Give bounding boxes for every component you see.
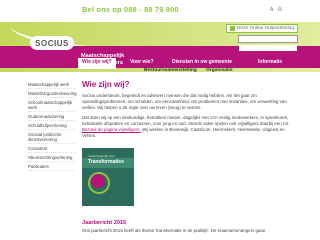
- page-title: Wie zijn wij?: [82, 80, 130, 89]
- subnav-item-bestuur[interactable]: Bestuurssamenstelling: [144, 68, 197, 73]
- text-size-small-button[interactable]: A: [270, 7, 273, 13]
- nav-item-informatie[interactable]: Informatie: [254, 58, 286, 69]
- logo-text: SOCIUS: [35, 38, 69, 48]
- sidebar-item-publicaties[interactable]: Publicaties: [28, 162, 76, 171]
- main-content: Wie zijn wij? Socius ondersteunt, begele…: [82, 80, 292, 142]
- intro-paragraph: Socius ondersteunt, begeleidt en advisee…: [82, 93, 287, 111]
- sidebar-item-mantelzorg[interactable]: Mantelzorgondersteuning: [28, 89, 77, 98]
- sub-nav: Bestuurssamenstelling Organisatie: [144, 68, 241, 73]
- search-input[interactable]: [239, 44, 297, 51]
- annual-report-cover-image[interactable]: maatschappelijk werk Transformaties: [82, 148, 134, 206]
- sidebar-item-ouderenadvisering[interactable]: Ouderenadvisering: [28, 112, 76, 121]
- nav-item-wie-zijn-wij[interactable]: Wie zijn wij?: [78, 58, 116, 69]
- sidebar-item-schoolmaatschappelijk[interactable]: Schoolmaatschappelijk werk: [28, 98, 76, 112]
- page: Bel ons op 088 - 88 76 900 A A SOCIUS Ma…: [0, 0, 320, 240]
- subnav-item-organisatie[interactable]: Organisatie: [206, 68, 232, 73]
- text-size-controls: A A: [267, 6, 282, 13]
- section-title: Jaarbericht 2015: [82, 220, 127, 226]
- check-icon: [229, 26, 235, 31]
- annual-report-section: Jaarbericht 2015 Ons jaarbericht 2015 he…: [82, 220, 292, 234]
- sidebar-item-sociaal-juridisch[interactable]: Sociaal juridische dienstverlening: [28, 130, 76, 144]
- sidebar-item-steunstichting[interactable]: Steunstichtingverlening: [28, 153, 76, 162]
- section-text: Ons jaarbericht 2015 heeft als thema 'tr…: [82, 228, 266, 233]
- topbar: Bel ons op 088 - 88 76 900 A A: [0, 0, 320, 22]
- online-help-button[interactable]: Onze Online Hulpverlening: [225, 24, 298, 33]
- search-box[interactable]: [238, 35, 298, 51]
- phone-number-text: Bel ons op 088 - 88 76 900: [82, 5, 179, 14]
- sidebar-item-maatschappelijk-werk[interactable]: Maatschappelijk werk: [28, 80, 76, 89]
- vrijwilligers-link[interactable]: Bezoek de pagina vrijwilligers.: [82, 127, 141, 132]
- online-help-label: Onze Online Hulpverlening: [236, 26, 294, 31]
- second-paragraph-a: Dat doen wij op een deskundige, betrokke…: [82, 114, 289, 126]
- socius-logo[interactable]: SOCIUS: [30, 36, 74, 50]
- sidebar-item-schuldhulp[interactable]: Schuldhulpverlening: [28, 121, 76, 130]
- text-size-large-button[interactable]: A: [278, 6, 282, 13]
- book-circle-decoration: [91, 174, 105, 188]
- sidebar-item-consulent[interactable]: Consulent: [28, 144, 76, 153]
- second-paragraph: Dat doen wij op een deskundige, betrokke…: [82, 115, 292, 140]
- book-title: Transformaties: [88, 159, 124, 165]
- sidebar: Maatschappelijk werk Mantelzorgondersteu…: [28, 80, 77, 171]
